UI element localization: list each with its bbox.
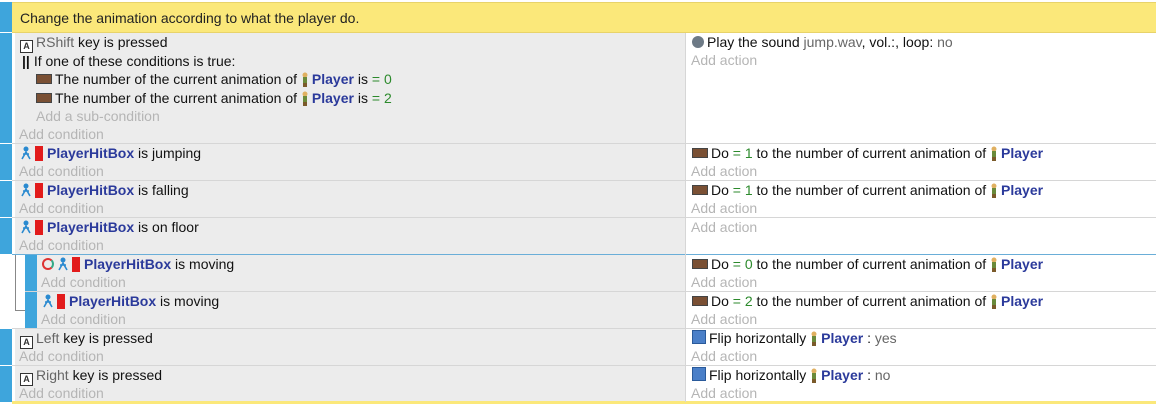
sound-icon [692, 36, 704, 48]
platformer-behavior-icon [20, 183, 32, 197]
event-bar[interactable] [0, 366, 12, 402]
condition-is-on-floor[interactable]: PlayerHitBox is on floor [20, 218, 199, 236]
condition-is-moving[interactable]: PlayerHitBox is moving [42, 292, 219, 310]
player-sprite-icon [990, 183, 998, 198]
flip-icon [692, 330, 706, 344]
event-bar[interactable] [0, 33, 12, 143]
condition-or-group[interactable]: || If one of these conditions is true: [22, 52, 235, 70]
animation-film-icon [692, 148, 708, 158]
action-set-animation[interactable]: Do = 1 to the number of current animatio… [692, 144, 1043, 162]
player-sprite-icon [990, 257, 998, 272]
platformer-behavior-icon [57, 257, 69, 271]
event-bar[interactable] [0, 181, 12, 217]
condition-not-moving[interactable]: PlayerHitBox is moving [42, 255, 234, 273]
add-action-link[interactable]: Add action [691, 347, 757, 365]
hitbox-object-icon [35, 220, 43, 235]
hitbox-object-icon [72, 257, 80, 272]
condition-is-falling[interactable]: PlayerHitBox is falling [20, 181, 189, 199]
platformer-behavior-icon [42, 294, 54, 308]
action-flip-horizontally[interactable]: Flip horizontally Player : yes [692, 329, 897, 347]
animation-film-icon [36, 93, 52, 103]
condition-key-pressed[interactable]: A RShift key is pressed [20, 33, 168, 53]
event-bar[interactable] [25, 292, 37, 328]
animation-film-icon [36, 74, 52, 84]
add-condition-link[interactable]: Add condition [41, 310, 126, 328]
player-sprite-icon [301, 91, 309, 106]
tree-line [15, 255, 16, 310]
platformer-behavior-icon [20, 220, 32, 234]
event-bar[interactable] [0, 329, 12, 365]
inverted-condition-icon [42, 258, 54, 270]
add-condition-link[interactable]: Add condition [19, 125, 104, 143]
hitbox-object-icon [35, 183, 43, 198]
event-bar[interactable] [0, 218, 12, 254]
animation-film-icon [692, 185, 708, 195]
condition-right-pressed[interactable]: A Right key is pressed [20, 366, 162, 386]
comment-bar [0, 2, 12, 32]
comment-row[interactable]: Change the animation according to what t… [12, 2, 1156, 33]
add-condition-link[interactable]: Add condition [19, 384, 104, 402]
action-set-animation[interactable]: Do = 2 to the number of current animatio… [692, 292, 1043, 310]
player-sprite-icon [810, 368, 818, 383]
action-flip-horizontally[interactable]: Flip horizontally Player : no [692, 366, 890, 384]
action-set-animation[interactable]: Do = 0 to the number of current animatio… [692, 255, 1043, 273]
action-set-animation[interactable]: Do = 1 to the number of current animatio… [692, 181, 1043, 199]
add-action-link[interactable]: Add action [691, 273, 757, 291]
player-sprite-icon [810, 331, 818, 346]
sub-condition-animation-2[interactable]: The number of the current animation of P… [36, 89, 392, 107]
event-bar[interactable] [0, 144, 12, 180]
hitbox-object-icon [35, 146, 43, 161]
add-action-link[interactable]: Add action [691, 199, 757, 217]
animation-film-icon [692, 259, 708, 269]
add-condition-link[interactable]: Add condition [41, 273, 126, 291]
event-bar[interactable] [25, 255, 37, 291]
player-sprite-icon [990, 294, 998, 309]
condition-is-jumping[interactable]: PlayerHitBox is jumping [20, 144, 201, 162]
action-play-sound[interactable]: Play the sound jump.wav, vol.:, loop: no [692, 33, 953, 51]
animation-film-icon [692, 296, 708, 306]
platformer-behavior-icon [20, 146, 32, 160]
add-action-link[interactable]: Add action [691, 162, 757, 180]
add-action-link[interactable]: Add action [691, 384, 757, 402]
add-action-link[interactable]: Add action [691, 218, 757, 236]
add-action-link[interactable]: Add action [691, 310, 757, 328]
add-condition-link[interactable]: Add condition [19, 199, 104, 217]
sub-condition-animation-0[interactable]: The number of the current animation of P… [36, 70, 392, 88]
tree-line [15, 310, 25, 311]
or-icon: || [22, 53, 30, 69]
player-sprite-icon [990, 146, 998, 161]
add-sub-condition-link[interactable]: Add a sub-condition [36, 107, 160, 125]
flip-icon [692, 367, 706, 381]
hitbox-object-icon [57, 294, 65, 309]
add-condition-link[interactable]: Add condition [19, 162, 104, 180]
comment-text: Change the animation according to what t… [20, 10, 360, 26]
column-divider [685, 33, 686, 402]
player-sprite-icon [301, 72, 309, 87]
add-condition-link[interactable]: Add condition [19, 347, 104, 365]
add-action-link[interactable]: Add action [691, 51, 757, 69]
add-condition-link[interactable]: Add condition [19, 236, 104, 254]
condition-left-pressed[interactable]: A Left key is pressed [20, 329, 153, 349]
